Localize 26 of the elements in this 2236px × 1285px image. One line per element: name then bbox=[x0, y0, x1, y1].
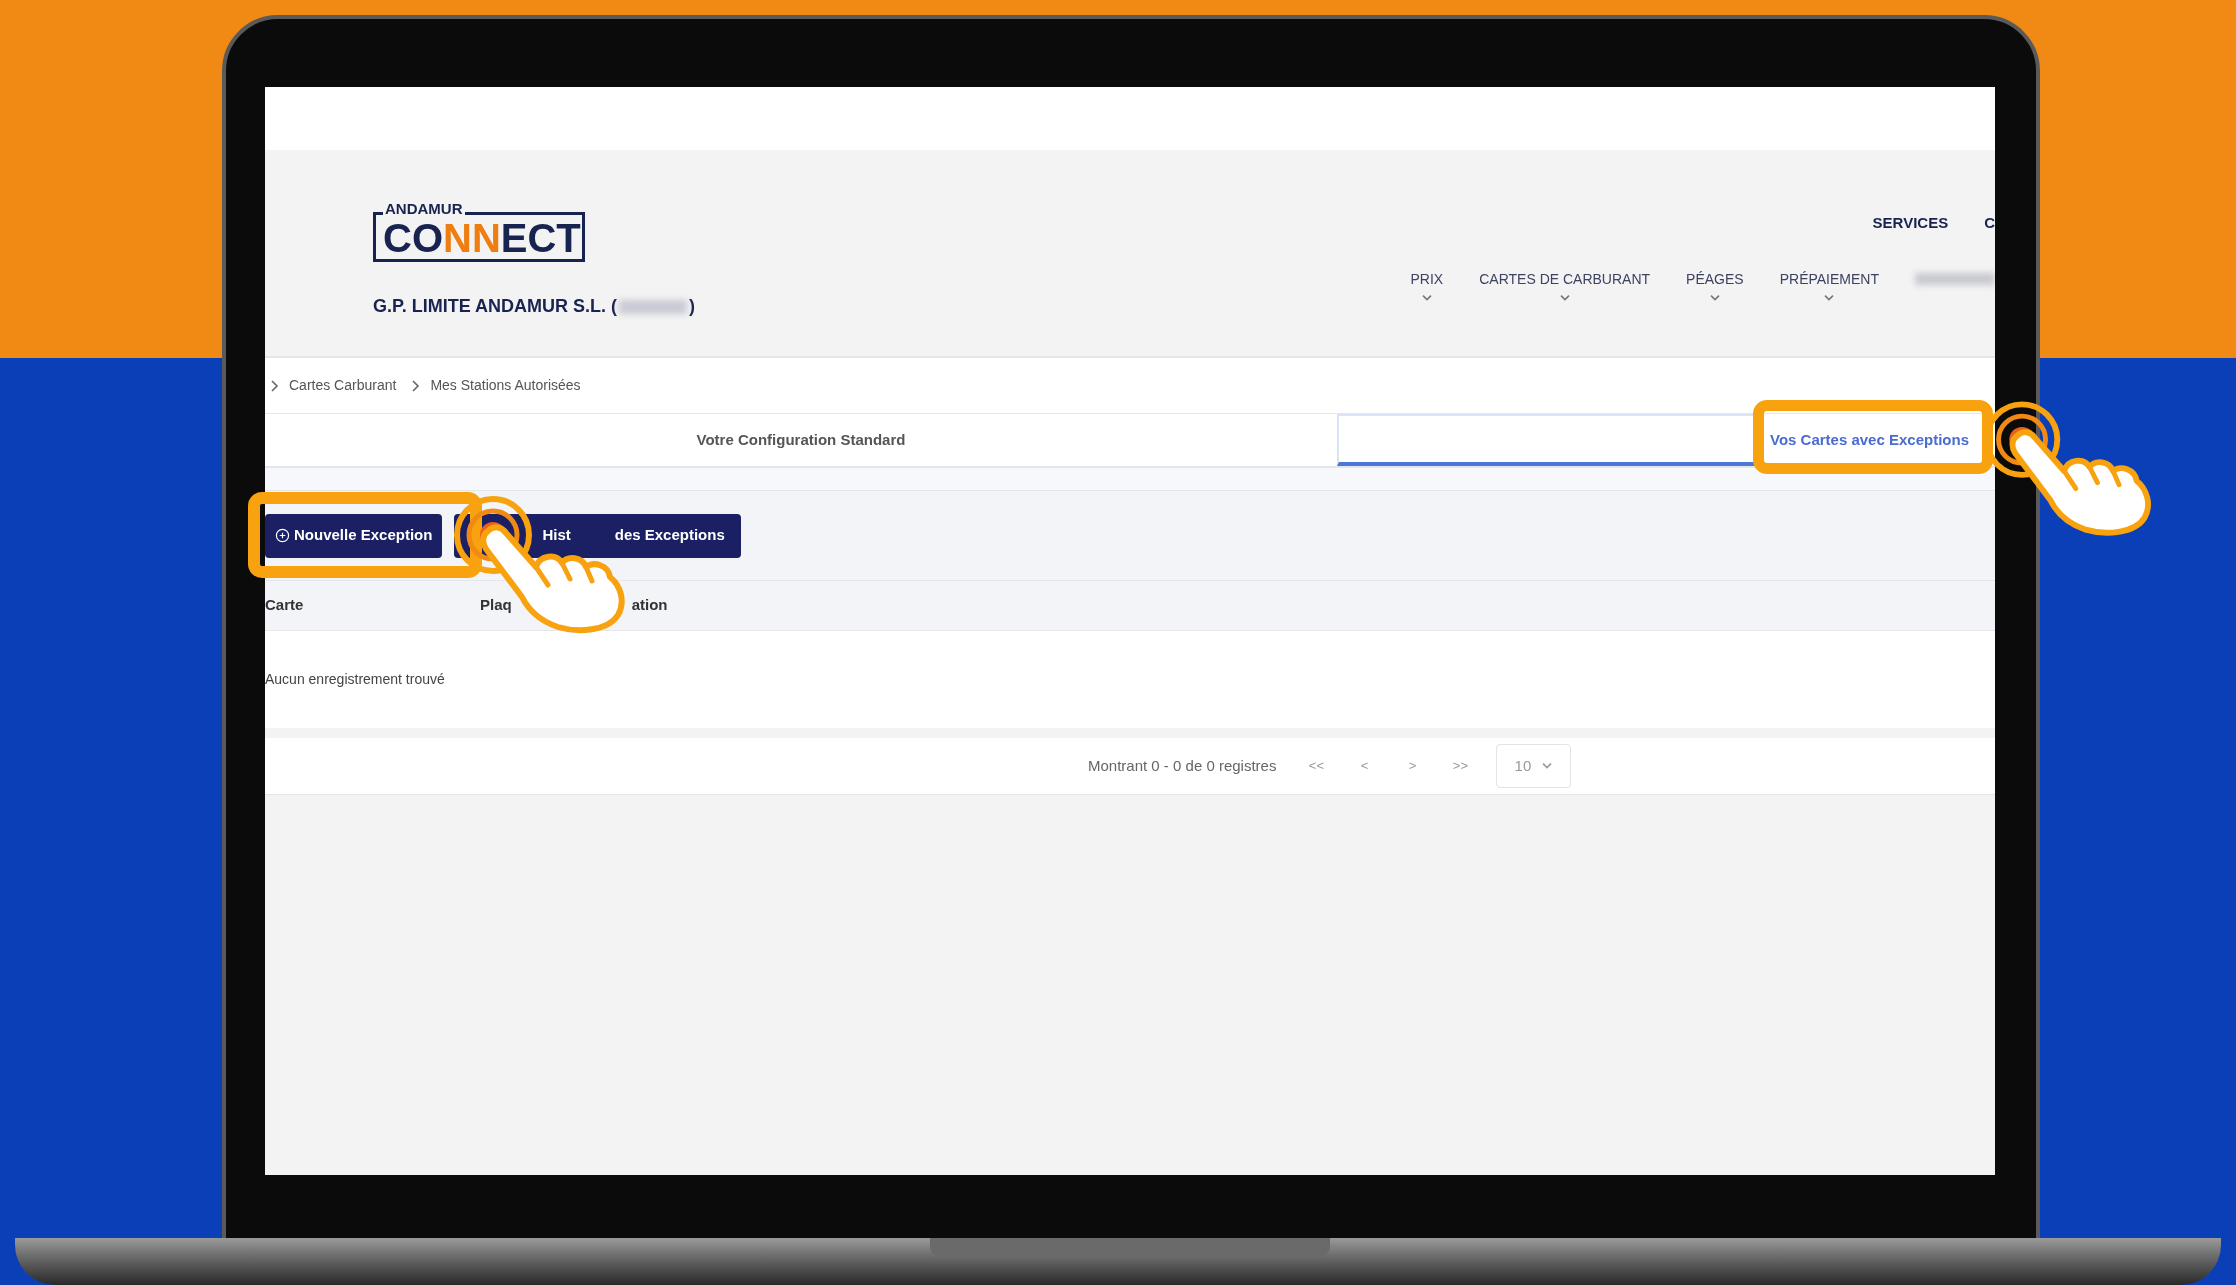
column-header: ation bbox=[631, 595, 668, 616]
breadcrumb-link[interactable]: Cartes Carburant bbox=[289, 375, 397, 396]
nav-link[interactable]: C bbox=[1984, 212, 1995, 235]
nav-menu-item[interactable]: PÉAGES bbox=[1686, 268, 1744, 290]
nav-menu-item[interactable]: CARTES DE CARBURANT bbox=[1479, 268, 1651, 290]
nav-link[interactable]: SERVICES bbox=[1872, 212, 1949, 235]
chevron-down-icon bbox=[1558, 293, 1571, 301]
column-header: Plaq bbox=[480, 595, 512, 616]
pagination-summary: Montrant 0 - 0 de 0 registres bbox=[1088, 755, 1277, 776]
chevron-down-icon bbox=[1420, 293, 1433, 301]
column-header: Carte bbox=[265, 595, 304, 616]
chevron-down-icon bbox=[1708, 293, 1721, 301]
company-name-suffix: ) bbox=[689, 295, 695, 318]
chevron-right-icon bbox=[412, 379, 421, 392]
plus-circle-icon bbox=[275, 528, 290, 543]
new-exception-button[interactable]: Nouvelle Exception bbox=[265, 513, 443, 558]
tab[interactable]: Votre Configuration Standard bbox=[265, 414, 1337, 466]
company-name: G.P. LIMITE ANDAMUR S.L. ( bbox=[373, 295, 617, 318]
logo-text: CONNECT bbox=[383, 217, 581, 259]
empty-message: Aucun enregistrement trouvé bbox=[265, 670, 445, 689]
breadcrumb-link[interactable]: Mes Stations Autorisées bbox=[430, 375, 581, 396]
nav-menu-item[interactable]: PRIX bbox=[1410, 268, 1444, 290]
nav-menu-item[interactable]: PRÉPAIEMENT bbox=[1779, 268, 1879, 290]
chevron-down-icon bbox=[1541, 762, 1554, 770]
chevron-down-icon bbox=[1823, 293, 1836, 301]
chevron-right-icon bbox=[271, 379, 279, 392]
